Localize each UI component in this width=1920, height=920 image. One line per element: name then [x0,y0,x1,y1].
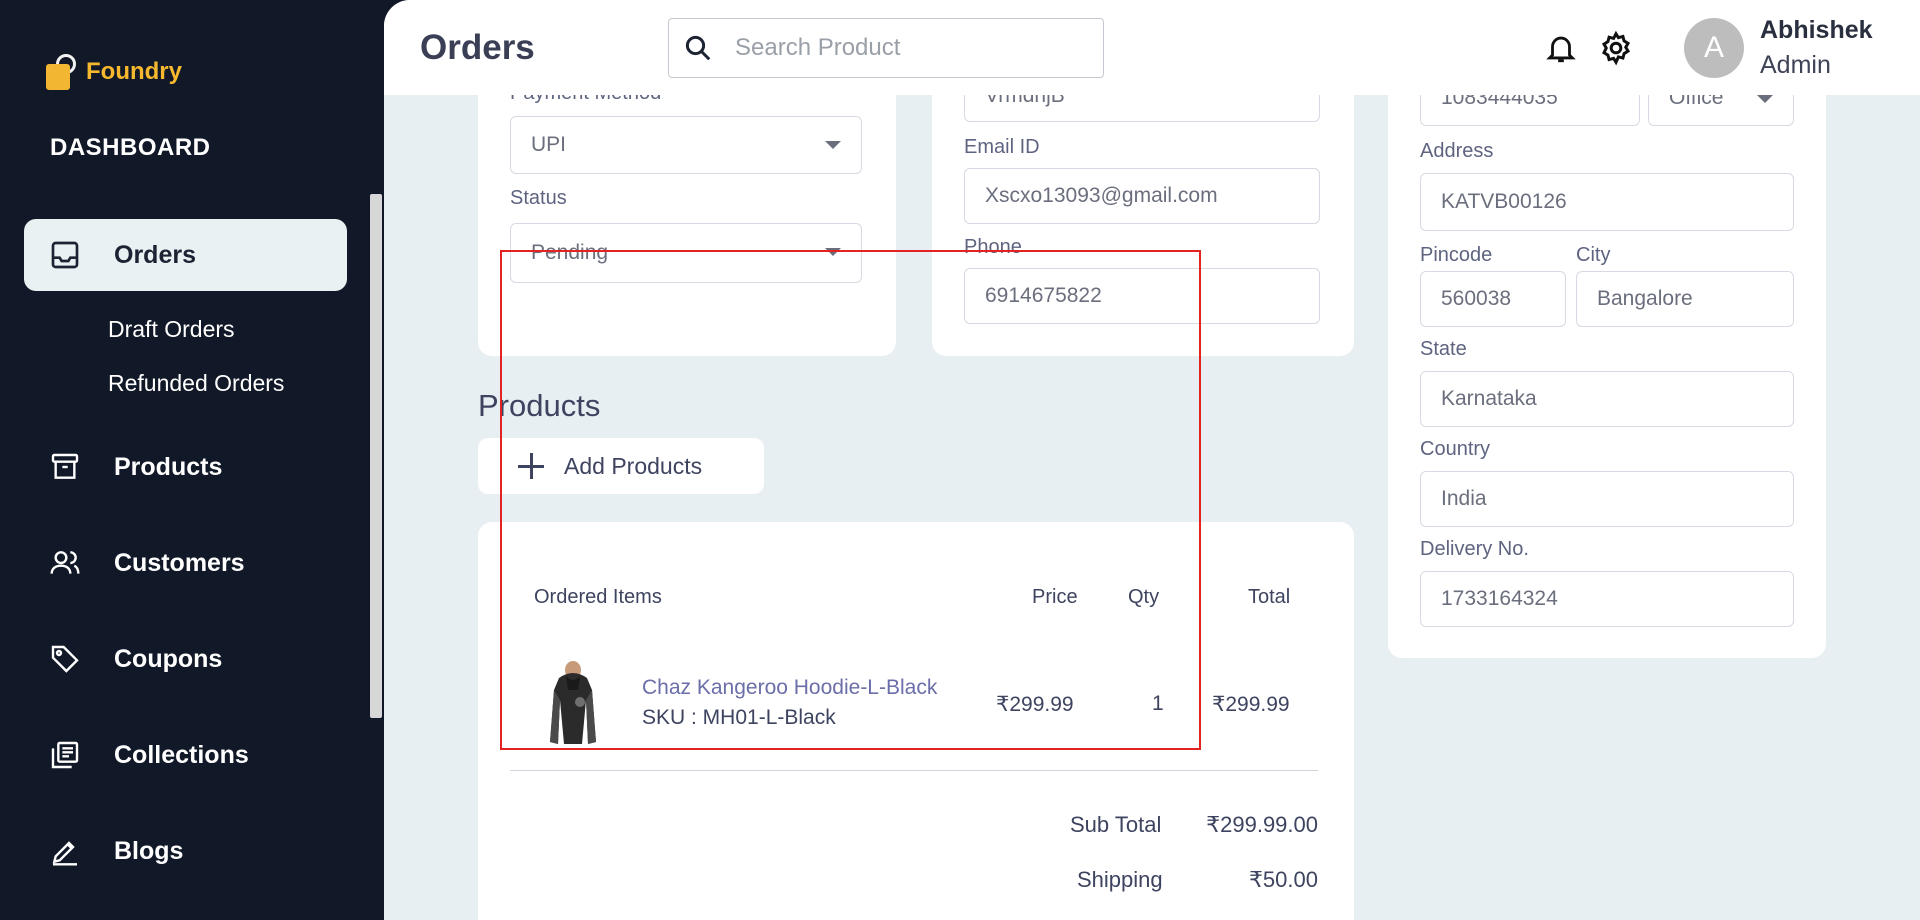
main-content: Payment Method UPI Status Pending Vrmdhj… [384,0,1920,920]
avatar[interactable]: A [1684,18,1744,78]
products-heading: Products [478,388,601,423]
sidebar-subitem-draft-orders[interactable]: Draft Orders [108,316,235,343]
tag-icon [48,642,82,676]
sidebar: Foundry DASHBOARD Orders Draft Orders Re… [0,0,384,920]
user-name: Abhishek [1760,16,1873,44]
phone-value: 6914675822 [985,284,1102,307]
address-field[interactable]: KATVB00126 [1420,173,1794,231]
bell-icon[interactable] [1544,30,1578,66]
address-card: 1083444035 Office Address KATVB00126 Pin… [1388,40,1826,658]
archive-icon [48,450,82,484]
gear-icon[interactable] [1598,30,1634,66]
product-qty: 1 [1152,692,1164,715]
inbox-icon [48,238,82,272]
sidebar-scrollbar[interactable] [370,194,382,718]
logo-mark-icon [44,52,78,92]
column-header-items: Ordered Items [534,586,662,608]
subtotal-value: ₹299.99.00 [1206,812,1318,837]
payment-method-select[interactable]: UPI [510,116,862,174]
payment-method-value: UPI [531,133,567,156]
sidebar-item-label: Collections [114,740,249,769]
address-label: Address [1420,140,1494,162]
delivery-value: 1733164324 [1441,587,1558,610]
city-field[interactable]: Bangalore [1576,271,1794,327]
email-value: Xscxo13093@gmail.com [985,184,1218,207]
divider [510,770,1318,771]
user-role: Admin [1760,51,1831,79]
subtotal-label: Sub Total [1070,812,1162,837]
sidebar-item-coupons[interactable]: Coupons [24,623,347,695]
sidebar-item-customers[interactable]: Customers [24,527,347,599]
status-value: Pending [531,241,609,264]
email-label: Email ID [964,136,1040,158]
status-select[interactable]: Pending [510,223,862,283]
delivery-label: Delivery No. [1420,538,1529,560]
search-box[interactable] [668,18,1104,78]
state-label: State [1420,338,1467,360]
add-products-button[interactable]: Add Products [478,438,764,494]
brand-logo[interactable]: Foundry [44,52,182,92]
country-field[interactable]: India [1420,471,1794,527]
sidebar-item-label: Products [114,452,223,481]
pincode-label: Pincode [1420,244,1493,266]
sidebar-item-products[interactable]: Products [24,431,347,503]
chevron-down-icon [825,248,841,256]
product-sku: SKU : MH01-L-Black [642,706,836,729]
state-value: Karnataka [1441,387,1537,410]
sidebar-item-label: Customers [114,548,245,577]
column-header-total: Total [1248,586,1291,608]
sidebar-subitem-refunded-orders[interactable]: Refunded Orders [108,370,284,397]
top-bar: Orders A Abhishek Admin [384,0,1920,95]
library-icon [48,738,82,772]
pincode-field[interactable]: 560038 [1420,271,1566,327]
pincode-value: 560038 [1441,287,1512,310]
shipping-label: Shipping [1077,867,1163,892]
sidebar-item-label: Blogs [114,836,184,865]
phone-field[interactable]: 6914675822 [964,268,1320,324]
plus-icon [518,453,544,479]
column-header-qty: Qty [1128,586,1160,608]
sidebar-item-orders[interactable]: Orders [24,219,347,291]
city-value: Bangalore [1597,287,1693,310]
ordered-items-card [478,522,1354,920]
add-products-label: Add Products [564,452,703,479]
dashboard-title: DASHBOARD [50,134,211,161]
status-label: Status [510,187,567,209]
phone-label: Phone [964,236,1022,258]
country-value: India [1441,487,1487,510]
sidebar-item-collections[interactable]: Collections [24,719,347,791]
sidebar-item-blogs[interactable]: Blogs [24,815,347,887]
sidebar-item-label: Coupons [114,644,223,673]
shipping-value: ₹50.00 [1248,867,1318,892]
product-price: ₹299.99 [996,693,1074,716]
product-total: ₹299.99 [1212,693,1290,716]
search-input[interactable] [735,34,1075,62]
page-title: Orders [420,28,535,67]
column-header-price: Price [1032,586,1078,608]
address-value: KATVB00126 [1441,190,1567,213]
brand-name: Foundry [86,58,182,85]
state-field[interactable]: Karnataka [1420,371,1794,427]
product-name-link[interactable]: Chaz Kangeroo Hoodie-L-Black [642,676,937,700]
search-icon [685,35,711,61]
edit-icon [48,834,82,868]
country-label: Country [1420,438,1491,460]
product-thumbnail[interactable] [542,660,604,746]
email-field[interactable]: Xscxo13093@gmail.com [964,168,1320,224]
chevron-down-icon [825,141,841,149]
city-label: City [1576,244,1611,266]
delivery-field[interactable]: 1733164324 [1420,571,1794,627]
sidebar-item-label: Orders [114,240,196,269]
users-icon [48,546,82,580]
chevron-down-icon [1757,95,1773,103]
